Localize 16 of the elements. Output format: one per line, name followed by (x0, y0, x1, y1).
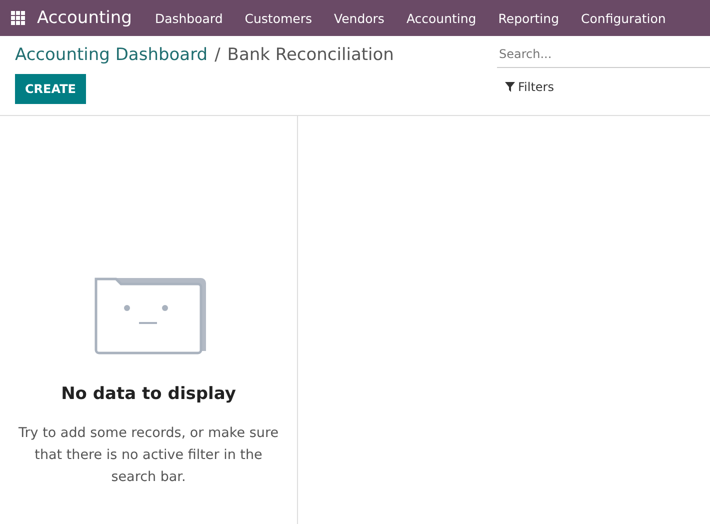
filters-button[interactable]: Filters (503, 78, 556, 96)
apps-grid-icon[interactable] (11, 11, 25, 25)
menu-item[interactable]: Dashboard (144, 10, 234, 26)
empty-state-title: No data to display (61, 384, 236, 404)
filter-icon (505, 82, 515, 92)
menu-item[interactable]: Configuration (570, 10, 677, 26)
breadcrumb-link[interactable]: Accounting Dashboard (15, 45, 208, 65)
menu-item[interactable]: Accounting (395, 10, 488, 26)
app-name[interactable]: Accounting (37, 8, 132, 28)
breadcrumb-separator: / (214, 45, 220, 65)
menu-item[interactable]: Vendors (323, 10, 396, 26)
menu-item[interactable]: Reporting (487, 10, 570, 26)
create-button[interactable]: CREATE (15, 74, 86, 104)
breadcrumb-current: Bank Reconciliation (227, 45, 394, 65)
empty-state-message: Try to add some records, or make sure that there is no active filter in the search bar. (17, 424, 280, 487)
menu-item[interactable]: Customers (234, 10, 323, 26)
